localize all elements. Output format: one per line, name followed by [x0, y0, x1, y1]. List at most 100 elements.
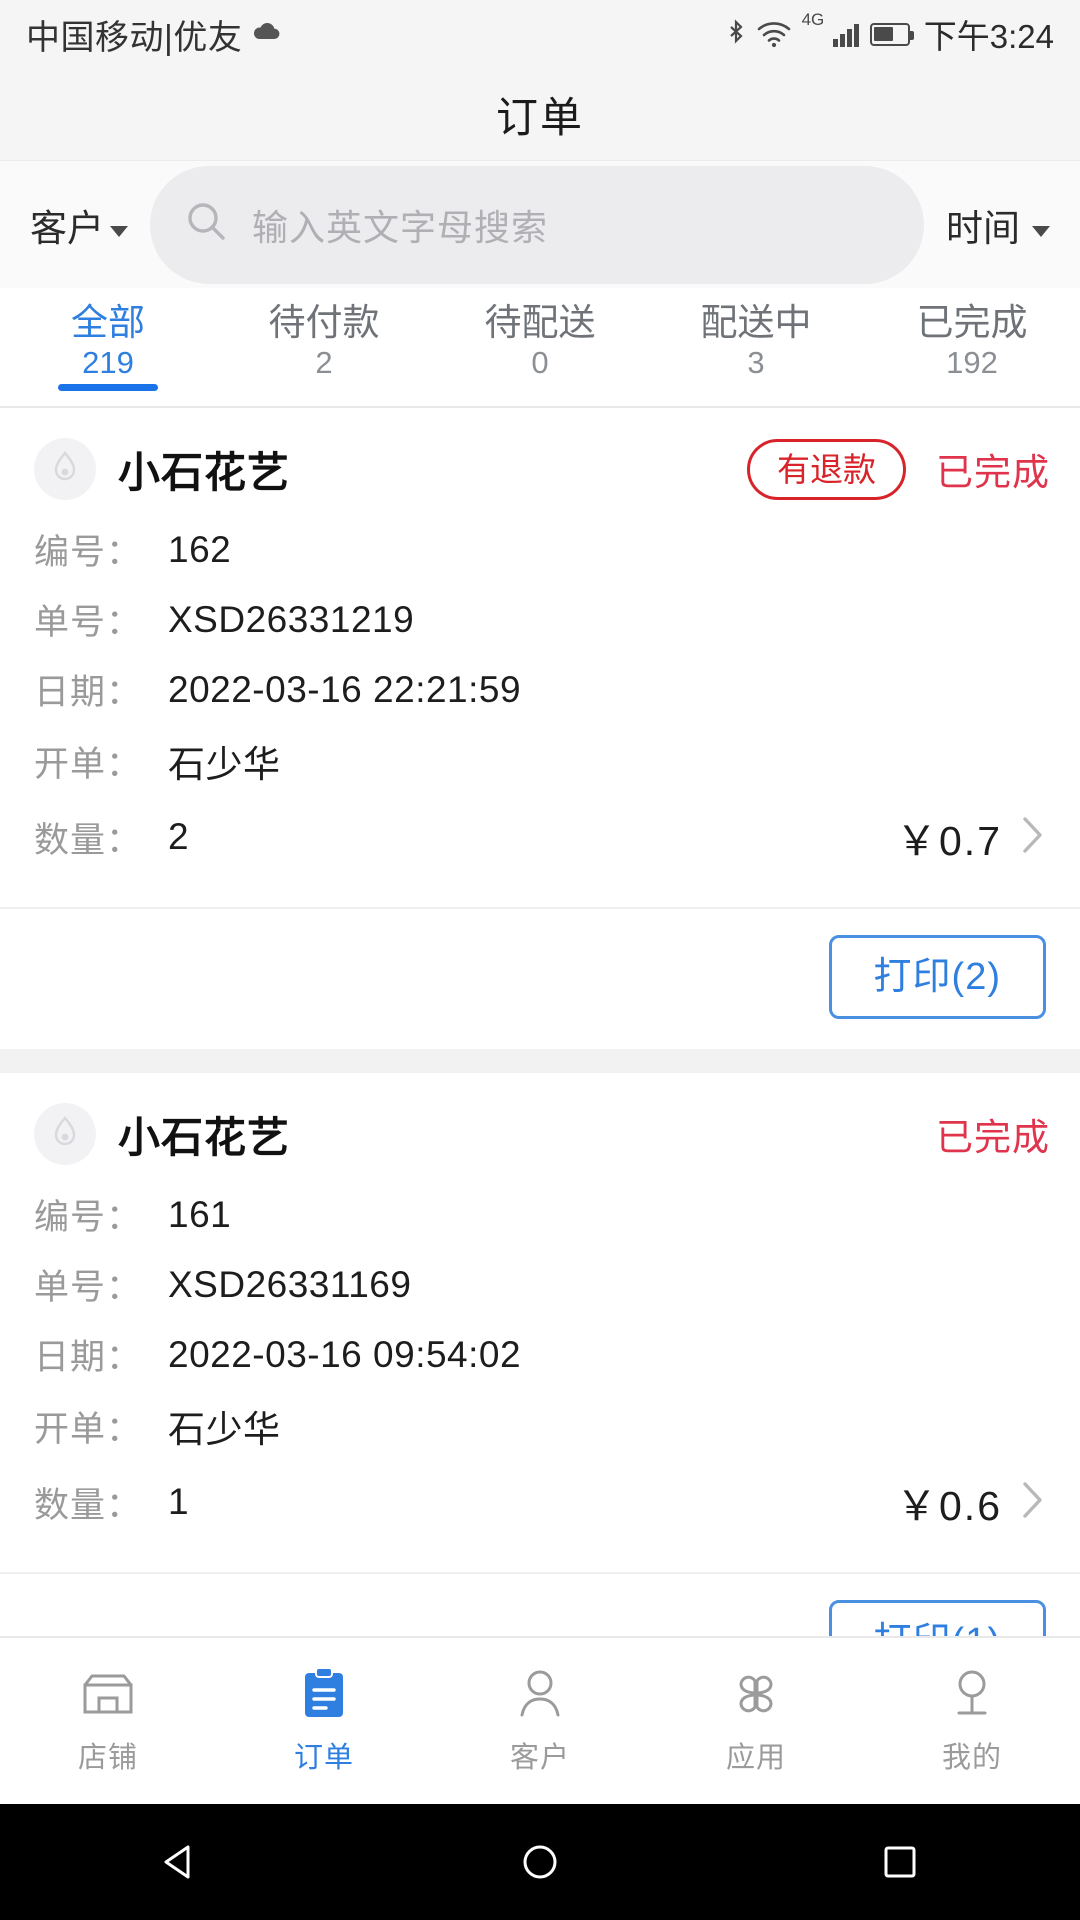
order-card-body: 编号： 162 单号： XSD26331219 日期： 2022-03-16 2…: [0, 506, 1080, 873]
bill-no-row: 单号： XSD26331219: [34, 594, 1046, 645]
order-card-header-right: 有退款 已完成: [747, 438, 1050, 500]
qty-row: 数量： 2 ￥0.7: [34, 807, 1046, 867]
nav-label: 应用: [725, 1742, 786, 1774]
order-no-label: 编号：: [34, 1198, 143, 1237]
customer-filter-label: 客户: [30, 207, 104, 249]
customer-name: 小石花艺: [118, 1113, 291, 1161]
tab-completed[interactable]: 已完成 192: [864, 302, 1080, 381]
clock-label: 下午3:24: [923, 18, 1054, 55]
chevron-right-icon: [1020, 1478, 1046, 1527]
order-status: 已完成: [936, 1117, 1050, 1158]
clerk-label: 开单：: [34, 1409, 143, 1449]
cloud-icon: [252, 20, 282, 49]
tab-all[interactable]: 全部 219: [0, 302, 216, 392]
page-title: 订单: [495, 93, 584, 141]
back-triangle-icon[interactable]: [100, 1804, 260, 1920]
tab-count: 219: [82, 345, 134, 381]
date-value: 2022-03-16 22:21:59: [168, 668, 522, 710]
recents-square-icon[interactable]: [820, 1804, 980, 1920]
chevron-down-icon: [1032, 225, 1050, 237]
tab-count: 2: [315, 345, 333, 381]
print-button[interactable]: 打印(2): [828, 935, 1046, 1019]
order-no-label: 编号：: [34, 533, 143, 572]
tab-label: 待配送: [484, 302, 596, 343]
qty-row: 数量： 1 ￥0.6: [34, 1472, 1046, 1532]
network-type-label: 4G: [801, 10, 825, 29]
bluetooth-icon: [726, 19, 746, 49]
tab-label: 全部: [71, 302, 145, 343]
clerk-row: 开单： 石少华: [34, 1399, 1046, 1453]
date-label: 日期：: [34, 1338, 143, 1377]
status-bar-left: 中国移动|优友: [26, 10, 282, 59]
shop-icon: [79, 1666, 137, 1722]
nav-item-shop[interactable]: 店铺: [0, 1666, 216, 1776]
list-gap: [0, 1049, 1080, 1073]
order-card-header-right: 已完成: [936, 1107, 1050, 1161]
profile-icon: [947, 1666, 997, 1722]
date-row: 日期： 2022-03-16 09:54:02: [34, 1329, 1046, 1380]
active-tab-indicator: [58, 384, 158, 392]
tab-count: 3: [747, 345, 765, 381]
nav-label: 订单: [293, 1742, 354, 1774]
bill-no-label: 单号：: [34, 603, 143, 642]
order-price-link[interactable]: ￥0.6: [896, 1472, 1046, 1532]
nav-item-apps[interactable]: 应用: [648, 1666, 864, 1776]
qty-label: 数量：: [34, 820, 143, 860]
customer-name: 小石花艺: [118, 448, 291, 496]
clerk-value: 石少华: [168, 744, 281, 785]
tab-pending-payment[interactable]: 待付款 2: [216, 302, 432, 381]
home-circle-icon[interactable]: [460, 1804, 620, 1920]
tab-delivering[interactable]: 配送中 3: [648, 302, 864, 381]
customer-filter-dropdown[interactable]: 客户: [30, 198, 128, 252]
search-row: 客户 输入英文字母搜索 时间: [0, 160, 1080, 288]
search-input[interactable]: 输入英文字母搜索: [150, 165, 924, 284]
search-icon: [184, 199, 230, 250]
order-card[interactable]: 小石花艺 有退款 已完成 编号： 162 单号： XSD26331219 日期：…: [0, 408, 1080, 1049]
order-no-value: 161: [168, 1193, 232, 1235]
time-filter-dropdown[interactable]: 时间: [946, 198, 1050, 252]
order-list[interactable]: 小石花艺 有退款 已完成 编号： 162 单号： XSD26331219 日期：…: [0, 408, 1080, 1714]
order-no-row: 编号： 162: [34, 524, 1046, 575]
nav-label: 店铺: [77, 1742, 138, 1774]
signal-bars-icon: [833, 21, 859, 47]
status-badge: 有退款: [747, 438, 906, 500]
avatar: [34, 1103, 96, 1165]
order-card[interactable]: 小石花艺 已完成 编号： 161 单号： XSD26331169 日期： 202…: [0, 1073, 1080, 1714]
order-no-row: 编号： 161: [34, 1189, 1046, 1240]
order-price-link[interactable]: ￥0.7: [896, 807, 1046, 867]
order-card-header: 小石花艺 有退款 已完成: [0, 408, 1080, 506]
chevron-right-icon: [1020, 813, 1046, 862]
clerk-label: 开单：: [34, 744, 143, 784]
nav-label: 我的: [941, 1742, 1002, 1774]
order-price: ￥0.7: [896, 818, 1002, 864]
order-card-body: 编号： 161 单号： XSD26331169 日期： 2022-03-16 0…: [0, 1171, 1080, 1538]
avatar: [34, 438, 96, 500]
order-status: 已完成: [936, 452, 1050, 493]
bill-no-label: 单号：: [34, 1268, 143, 1307]
order-icon: [298, 1666, 350, 1722]
nav-item-customers[interactable]: 客户: [432, 1666, 648, 1776]
battery-icon: [869, 22, 914, 46]
nav-item-orders[interactable]: 订单: [216, 1666, 432, 1776]
date-row: 日期： 2022-03-16 22:21:59: [34, 664, 1046, 715]
tab-label: 配送中: [700, 302, 812, 343]
tab-pending-delivery[interactable]: 待配送 0: [432, 302, 648, 381]
order-status-tabs: 全部 219 待付款 2 待配送 0 配送中 3 已完成 192: [0, 288, 1080, 406]
date-label: 日期：: [34, 673, 143, 712]
qty-label: 数量：: [34, 1485, 143, 1525]
order-no-value: 162: [168, 528, 232, 570]
search-placeholder: 输入英文字母搜索: [252, 206, 549, 248]
qty-value: 2: [168, 816, 190, 857]
nav-label: 客户: [509, 1742, 570, 1774]
bill-no-row: 单号： XSD26331169: [34, 1259, 1046, 1310]
chevron-down-icon: [110, 225, 128, 237]
date-value: 2022-03-16 09:54:02: [168, 1333, 522, 1375]
status-bar: 中国移动|优友 4G 下午3:24: [0, 0, 1080, 68]
bottom-navigation: 店铺 订单 客户 应用 我的: [0, 1636, 1080, 1804]
tab-count: 192: [946, 345, 998, 381]
bill-no-value: XSD26331169: [168, 1263, 412, 1305]
bill-no-value: XSD26331219: [168, 598, 415, 640]
tab-label: 已完成: [916, 302, 1028, 343]
nav-item-profile[interactable]: 我的: [864, 1666, 1080, 1776]
android-navigation-bar: [0, 1804, 1080, 1920]
